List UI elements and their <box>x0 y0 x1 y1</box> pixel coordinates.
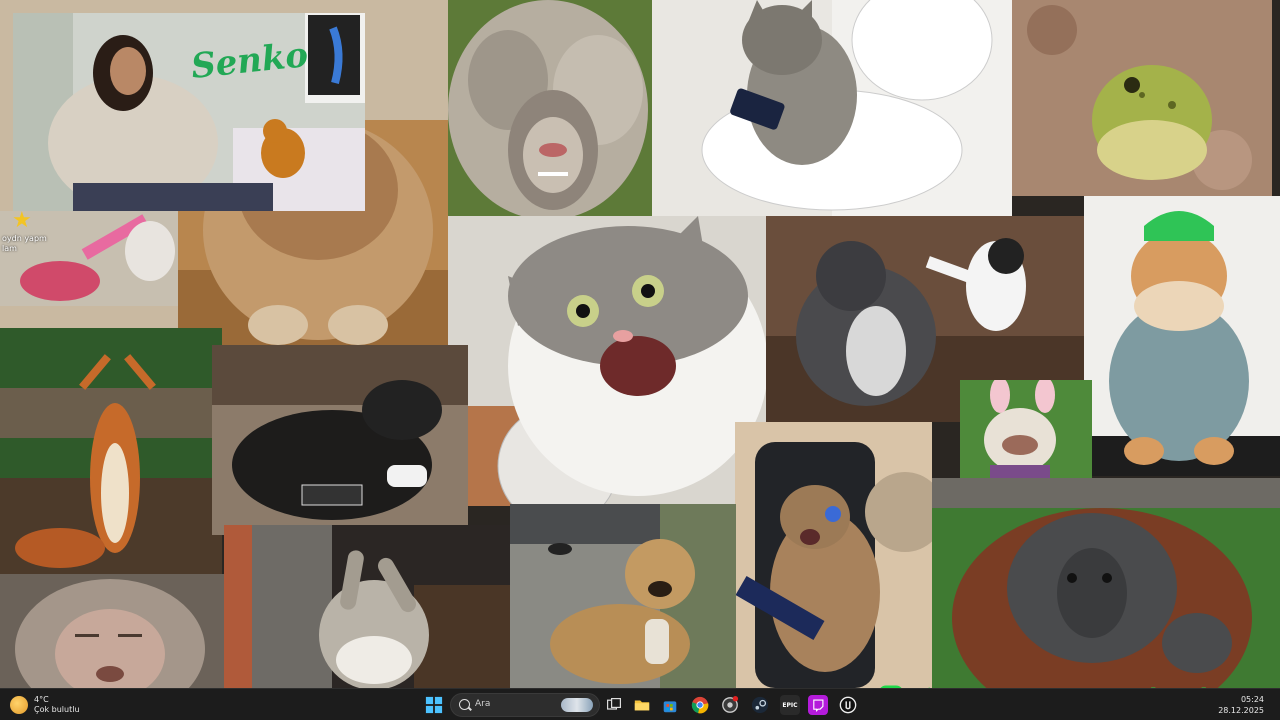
cat-on-toilet-with-phone-photo <box>652 0 1012 216</box>
gamer-cat-headset-photo <box>735 422 932 688</box>
laughing-donkey-photo <box>224 525 510 688</box>
bulldog-bunny-ears-photo <box>960 380 1092 478</box>
orangutan-photo <box>932 478 1280 688</box>
chrome-icon[interactable] <box>690 695 710 715</box>
shocked-cat-photo <box>448 216 766 506</box>
viewer-alert: ★ oydn yapm lam <box>0 210 90 270</box>
store-icon[interactable] <box>660 695 680 715</box>
twitch-icon[interactable] <box>808 695 828 715</box>
viewer-alert-text: oydn yapm lam <box>2 234 47 253</box>
weather-widget[interactable]: 4°C Çok bulutlu <box>10 693 80 717</box>
star-icon: ★ <box>12 208 32 233</box>
frog-in-sand-photo <box>1012 0 1272 196</box>
windows-start-icon[interactable] <box>424 695 444 715</box>
cat-in-hoodie-photo <box>1084 196 1280 476</box>
taskbar: 4°C Çok bulutlu Ara EPIC 05:24 28.12.202… <box>0 688 1280 720</box>
monkey-eyes-closed-photo <box>0 574 224 688</box>
search-input[interactable]: Ara <box>450 693 600 717</box>
epic-games-icon[interactable]: EPIC <box>780 695 800 715</box>
weather-desc: Çok bulutlu <box>34 705 80 714</box>
streamer-webcam: Senko <box>13 13 365 211</box>
unreal-icon[interactable] <box>838 695 858 715</box>
weather-icon <box>10 696 28 714</box>
search-label: Ara <box>475 699 491 709</box>
street-dogs-photo <box>510 504 736 688</box>
system-clock[interactable]: 05:24 28.12.2025 <box>1218 694 1264 716</box>
app-icon[interactable] <box>720 695 740 715</box>
squirrel-arms-raised-photo <box>0 328 222 574</box>
clock-date: 28.12.2025 <box>1218 706 1264 715</box>
file-explorer-icon[interactable] <box>632 695 652 715</box>
search-highlight-icon <box>561 698 593 712</box>
dog-gaming-with-controller-photo <box>212 345 468 535</box>
weather-temp: 4°C <box>34 695 49 704</box>
clock-time: 05:24 <box>1240 695 1264 704</box>
steam-icon[interactable] <box>750 695 770 715</box>
search-icon <box>459 699 470 710</box>
task-view-icon[interactable] <box>604 695 624 715</box>
sheep-with-curly-wool-photo <box>448 0 652 216</box>
